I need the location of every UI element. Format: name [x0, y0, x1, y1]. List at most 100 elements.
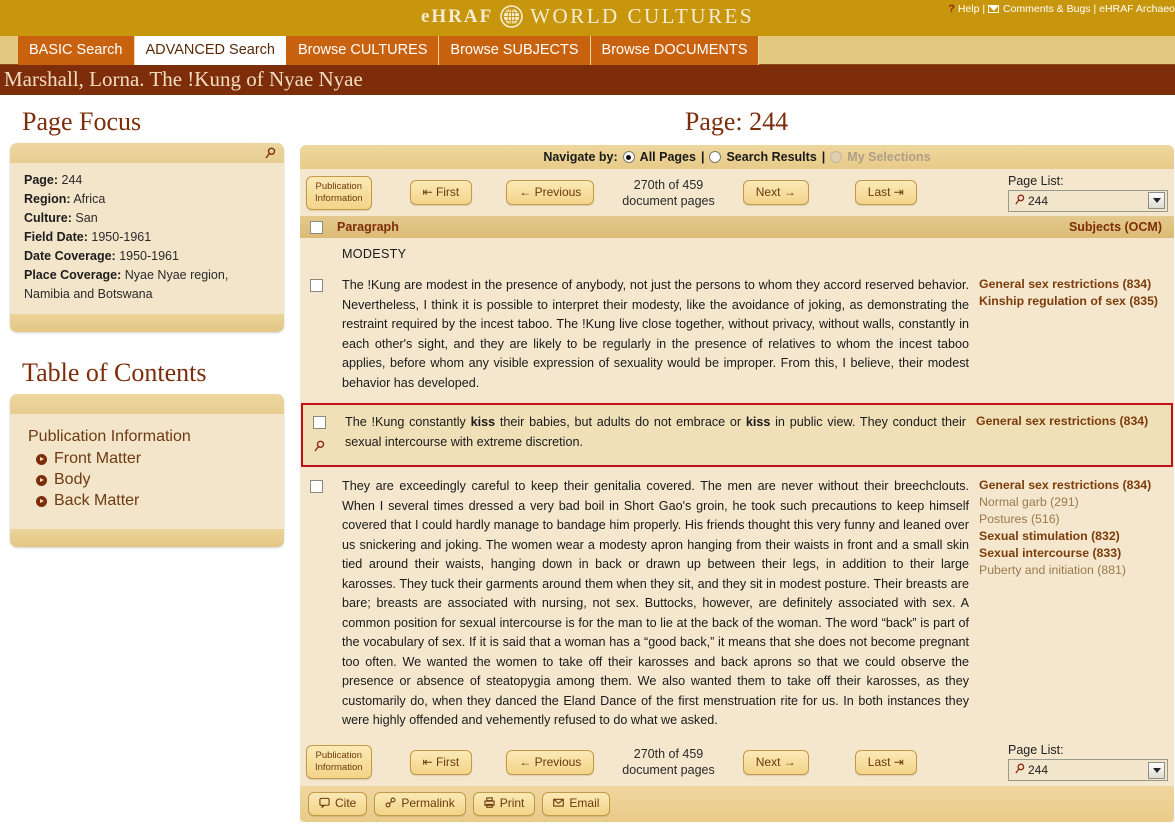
tab-basic-search[interactable]: BASIC Search [18, 36, 135, 65]
page-focus-heading: Page Focus [22, 107, 142, 136]
page-list-select-top[interactable]: 244 [1008, 189, 1168, 212]
paragraph-subjects: General sex restrictions (834) Kinship r… [979, 276, 1164, 310]
last-page-button-top[interactable]: Last ⇥ [854, 180, 917, 205]
subject-link[interactable]: Sexual stimulation (832) [979, 528, 1164, 545]
section-heading-label: MODESTY [342, 247, 407, 261]
paragraph-subjects: General sex restrictions (834) [976, 413, 1161, 430]
utility-separator-2: | [1093, 3, 1097, 15]
subject-link[interactable]: Normal garb (291) [979, 494, 1164, 511]
permalink-button[interactable]: Permalink [374, 791, 466, 816]
subject-link[interactable]: Kinship regulation of sex (835) [979, 293, 1164, 310]
tab-browse-cultures[interactable]: Browse CULTURES [286, 36, 440, 65]
page-focus-label-place-coverage: Place Coverage: [24, 268, 122, 282]
subject-link[interactable]: Puberty and initiation (881) [979, 562, 1164, 579]
page-focus-label-region: Region: [24, 192, 71, 206]
subject-link[interactable]: General sex restrictions (834) [979, 276, 1164, 293]
brand-ehraf-text: eHRAF [420, 5, 494, 27]
toc-list: Publication Information Front Matter Bod… [10, 414, 284, 529]
chevron-down-icon[interactable] [1148, 761, 1165, 779]
utility-separator-1: | [982, 3, 986, 15]
paragraph-subjects: General sex restrictions (834) Normal ga… [979, 477, 1164, 579]
page-focus-row-field-date: Field Date: 1950-1961 [24, 228, 270, 247]
cite-label: Cite [335, 796, 357, 810]
navigate-by-bar: Navigate by: All Pages | Search Results … [300, 145, 1174, 169]
page-focus-label-field-date: Field Date: [24, 230, 88, 244]
page-focus-row-date-coverage: Date Coverage: 1950-1961 [24, 247, 270, 266]
page-list-top: Page List: 244 [1008, 174, 1168, 212]
subject-link[interactable]: General sex restrictions (834) [976, 413, 1161, 430]
help-link[interactable]: Help [958, 3, 980, 15]
next-page-button-top[interactable]: Next → [742, 180, 809, 205]
page-count-line2-bottom: document pages [622, 763, 715, 777]
help-icon: ? [948, 3, 955, 15]
paragraph-checkbox[interactable] [310, 480, 323, 493]
radio-all-pages[interactable] [622, 151, 635, 163]
toc-item-front-matter[interactable]: Front Matter [36, 450, 270, 468]
pub-info-line2-bottom: Information [315, 762, 363, 773]
subject-link[interactable]: Sexual intercourse (833) [979, 545, 1164, 562]
page-list-select-bottom[interactable]: 244 [1008, 759, 1168, 781]
publication-information-button-bottom[interactable]: Publication Information [306, 745, 372, 779]
pub-info-line2-top: Information [315, 192, 363, 204]
page-count-line2-top: document pages [622, 193, 715, 208]
subject-link[interactable]: General sex restrictions (834) [979, 477, 1164, 494]
subject-link[interactable]: Postures (516) [979, 511, 1164, 528]
pagination-toolbar-top: Publication Information ⇤ First ← Previo… [300, 169, 1174, 216]
envelope-icon [553, 797, 565, 811]
page-title: Page: 244 [684, 107, 789, 136]
page-count-bottom: 270th of 459 document pages [622, 746, 714, 778]
first-page-button-bottom[interactable]: ⇤ First [409, 749, 473, 775]
comments-bugs-link[interactable]: Comments & Bugs [1003, 3, 1091, 15]
chevron-right-icon [36, 495, 47, 507]
paragraph-checkbox[interactable] [313, 416, 326, 429]
paragraph-row-highlighted: The !Kung constantly kiss their babies, … [301, 403, 1173, 467]
page-count-line1-bottom: 270th of 459 [633, 747, 704, 761]
page-focus-value-date-coverage: 1950-1961 [119, 249, 179, 263]
toc-item-front-matter-label: Front Matter [54, 450, 142, 467]
pub-info-line1-bottom: Publication [315, 750, 362, 761]
toc-item-body[interactable]: Body [36, 471, 270, 489]
tab-browse-subjects[interactable]: Browse SUBJECTS [439, 36, 591, 65]
toc-item-back-matter-label: Back Matter [54, 492, 140, 509]
next-page-label-top: Next [755, 185, 781, 199]
radio-search-results[interactable] [709, 151, 722, 163]
toc-heading: Table of Contents [22, 358, 207, 387]
tab-browse-documents[interactable]: Browse DOCUMENTS [590, 36, 760, 65]
toc-panel: Publication Information Front Matter Bod… [10, 394, 284, 547]
page-list-value-top: 244 [1028, 193, 1049, 208]
cite-button[interactable]: Cite [308, 791, 368, 816]
first-page-label-top: First [435, 185, 460, 199]
chevron-down-icon[interactable] [1148, 192, 1165, 209]
toc-panel-bottom [10, 529, 284, 547]
column-header-subjects: Subjects (OCM) [1068, 220, 1162, 234]
page-focus-panel-bottom [10, 314, 284, 332]
paragraph-magnifier-icon[interactable] [313, 439, 345, 457]
email-button[interactable]: Email [542, 791, 611, 816]
radio-all-pages-label[interactable]: All Pages [640, 150, 696, 164]
previous-page-button-bottom[interactable]: ← Previous [506, 749, 595, 775]
tab-advanced-search[interactable]: ADVANCED Search [134, 36, 287, 65]
last-page-button-bottom[interactable]: Last ⇥ [854, 749, 917, 775]
previous-page-button-top[interactable]: ← Previous [506, 180, 595, 205]
ehraf-archaeology-link[interactable]: eHRAF Archaeo [1099, 3, 1175, 15]
page-focus-row-region: Region: Africa [24, 190, 270, 209]
publication-information-button-top[interactable]: Publication Information [306, 175, 372, 210]
radio-search-results-label[interactable]: Search Results [726, 150, 816, 164]
select-all-checkbox[interactable] [310, 220, 323, 234]
next-page-button-bottom[interactable]: Next → [742, 749, 809, 775]
page-focus-fields: Page: 244 Region: Africa Culture: San Fi… [10, 163, 284, 314]
search-magnifier-icon[interactable] [264, 146, 276, 159]
toc-item-back-matter[interactable]: Back Matter [36, 492, 270, 510]
toc-item-publication-information[interactable]: Publication Information [28, 428, 270, 446]
first-page-button-top[interactable]: ⇤ First [409, 180, 473, 205]
mail-icon [988, 5, 1000, 13]
left-sidebar: Page Focus Page: 244 Region: Africa Cult… [0, 95, 298, 839]
page-focus-panel-top [10, 143, 284, 163]
permalink-label: Permalink [401, 796, 455, 810]
paragraph-checkbox[interactable] [310, 279, 323, 292]
page-focus-value-culture: San [75, 211, 98, 225]
column-header-paragraph: Paragraph [337, 220, 399, 234]
last-page-label-top: Last [867, 185, 891, 199]
paragraph-gutter [310, 276, 342, 297]
print-button[interactable]: Print [472, 791, 536, 816]
